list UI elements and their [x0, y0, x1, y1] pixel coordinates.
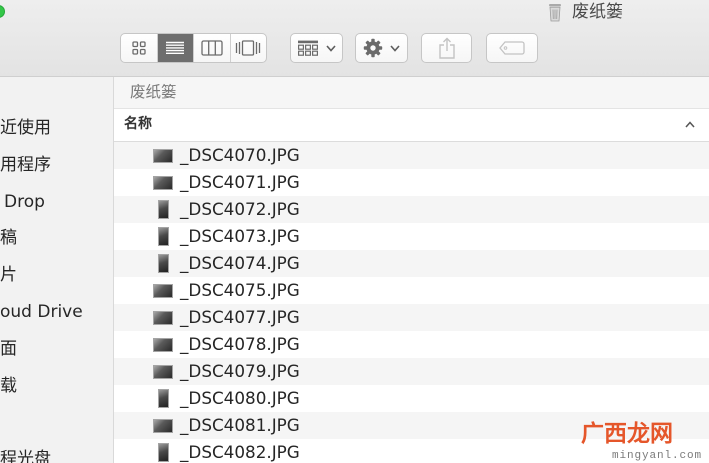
photo-thumbnail-icon — [158, 254, 169, 273]
photo-thumbnail-icon — [158, 389, 169, 408]
file-name: _DSC4073.JPG — [180, 226, 300, 246]
sidebar-section-gap — [0, 404, 113, 441]
view-switcher — [120, 33, 267, 63]
window-title: 废纸篓 — [572, 2, 623, 22]
cover-flow-icon — [236, 40, 261, 56]
file-row[interactable]: _DSC4077.JPG — [114, 304, 709, 331]
file-name: _DSC4080.JPG — [180, 388, 300, 408]
action-button[interactable] — [355, 33, 408, 63]
file-name: _DSC4078.JPG — [180, 334, 300, 354]
sidebar-item-documents[interactable]: 稿 — [0, 220, 113, 257]
file-list: _DSC4070.JPG _DSC4071.JPG _DSC4072.JPG _… — [114, 142, 709, 463]
photo-thumbnail-icon — [158, 443, 169, 462]
file-name: _DSC4075.JPG — [180, 280, 300, 300]
watermark-brand: 广西龙网 — [581, 421, 673, 447]
file-name: _DSC4077.JPG — [180, 307, 300, 327]
list-icon — [166, 41, 185, 55]
path-bar-label[interactable]: 废纸篓 — [130, 77, 177, 108]
photo-thumbnail-icon — [153, 419, 173, 433]
sidebar-item-remote-disc[interactable]: 程光盘 — [0, 441, 113, 463]
arrange-button[interactable] — [290, 33, 343, 63]
chevron-down-icon — [390, 44, 400, 52]
file-name: _DSC4082.JPG — [180, 442, 300, 462]
file-row[interactable]: _DSC4080.JPG — [114, 385, 709, 412]
photo-thumbnail-icon — [158, 200, 169, 219]
file-name: _DSC4081.JPG — [180, 415, 300, 435]
grid-icon — [132, 41, 146, 55]
photo-thumbnail-icon — [153, 311, 173, 325]
file-row[interactable]: _DSC4070.JPG — [114, 142, 709, 169]
sidebar-item-icloud-drive[interactable]: oud Drive — [0, 294, 113, 331]
arrange-icon — [298, 40, 319, 56]
sidebar-item-applications[interactable]: 用程序 — [0, 147, 113, 184]
file-row[interactable]: _DSC4072.JPG — [114, 196, 709, 223]
file-row[interactable]: _DSC4075.JPG — [114, 277, 709, 304]
share-button[interactable] — [421, 33, 472, 63]
photo-thumbnail-icon — [153, 338, 173, 352]
file-row[interactable]: _DSC4078.JPG — [114, 331, 709, 358]
sidebar-list: 近使用 用程序 Drop 稿 片 oud Drive 面 载 程光盘 — [0, 110, 113, 463]
sidebar-item-desktop[interactable]: 面 — [0, 331, 113, 368]
list-header: 名称 — [114, 109, 709, 142]
column-header-name[interactable]: 名称 — [124, 109, 152, 139]
file-name: _DSC4072.JPG — [180, 199, 300, 219]
columns-icon — [201, 40, 223, 56]
sidebar-item-downloads[interactable]: 载 — [0, 368, 113, 405]
zoom-button[interactable] — [0, 5, 5, 18]
gear-icon — [363, 38, 383, 58]
chevron-up-icon[interactable] — [685, 121, 695, 128]
file-name: _DSC4070.JPG — [180, 145, 300, 165]
photo-thumbnail-icon — [153, 365, 173, 379]
photo-thumbnail-icon — [153, 284, 173, 298]
tag-icon — [499, 41, 525, 55]
sidebar-item-airdrop[interactable]: Drop — [0, 184, 113, 221]
tag-button[interactable] — [486, 33, 538, 63]
file-name: _DSC4071.JPG — [180, 172, 300, 192]
list-view-button[interactable] — [156, 34, 193, 62]
share-icon — [438, 37, 455, 59]
sidebar-item-recents[interactable]: 近使用 — [0, 110, 113, 147]
file-row[interactable]: _DSC4079.JPG — [114, 358, 709, 385]
column-view-button[interactable] — [193, 34, 230, 62]
file-row[interactable]: _DSC4071.JPG — [114, 169, 709, 196]
file-name: _DSC4074.JPG — [180, 253, 300, 273]
file-name: _DSC4079.JPG — [180, 361, 300, 381]
chevron-down-icon — [326, 44, 336, 52]
photo-thumbnail-icon — [153, 176, 173, 190]
photo-thumbnail-icon — [158, 227, 169, 246]
cover-flow-view-button[interactable] — [229, 34, 267, 62]
sidebar: 近使用 用程序 Drop 稿 片 oud Drive 面 载 程光盘 — [0, 77, 114, 463]
file-row[interactable]: _DSC4073.JPG — [114, 223, 709, 250]
photo-thumbnail-icon — [153, 149, 173, 163]
icon-view-button[interactable] — [121, 34, 157, 62]
file-row[interactable]: _DSC4074.JPG — [114, 250, 709, 277]
trash-icon — [549, 4, 561, 22]
watermark-url: mingyanl.com — [612, 450, 703, 462]
path-bar: 废纸篓 — [114, 77, 709, 109]
sidebar-item-pictures[interactable]: 片 — [0, 257, 113, 294]
window-toolbar: 废纸篓 — [0, 0, 709, 77]
